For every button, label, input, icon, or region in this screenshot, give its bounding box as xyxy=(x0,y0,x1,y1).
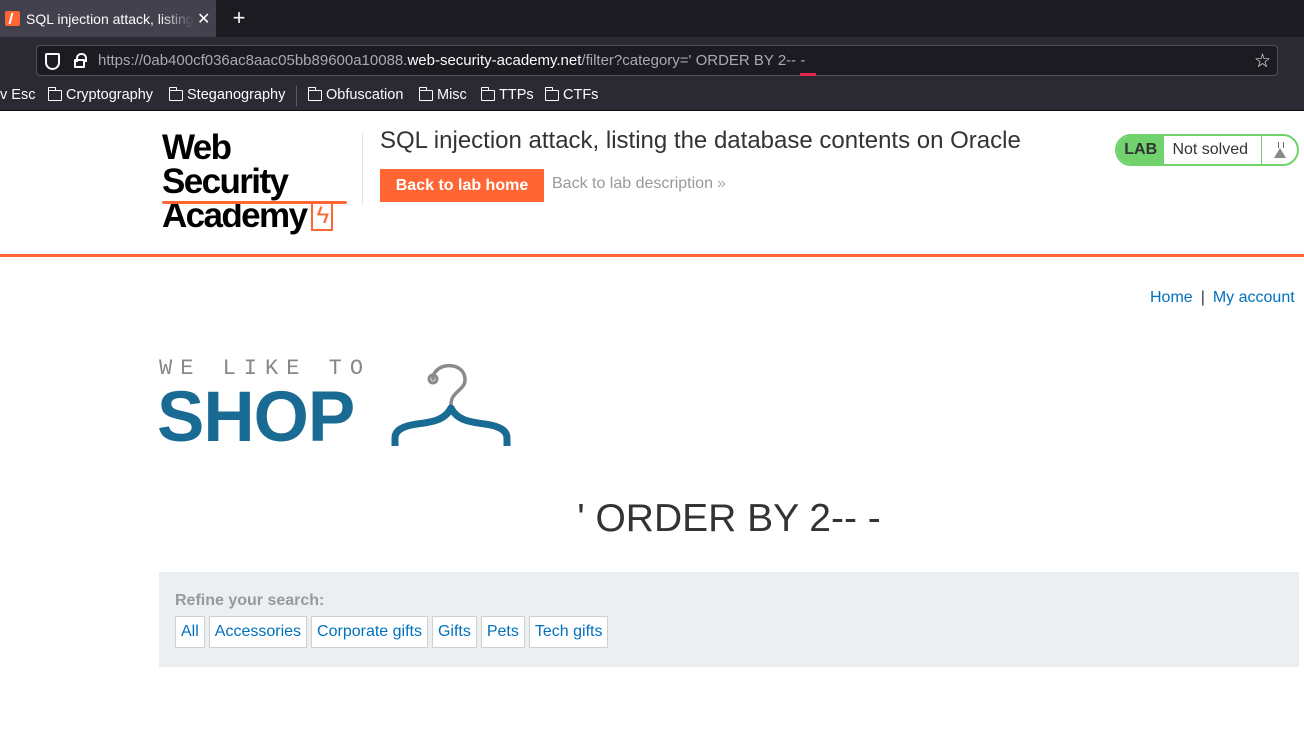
url-path: /filter?category=' ORDER BY 2-- - xyxy=(581,52,806,69)
logo-line-1: Web Security xyxy=(162,128,289,201)
bookmarks-toolbar: v Esc Cryptography Steganography Obfusca… xyxy=(0,82,1304,111)
folder-icon xyxy=(480,86,495,101)
bookmark-label: CTFs xyxy=(563,87,599,103)
flask-wrap xyxy=(1261,136,1297,164)
browser-tab-bar: SQL injection attack, listing the databa… xyxy=(0,0,1304,37)
folder-icon xyxy=(418,86,433,101)
shop-logo-word: SHOP xyxy=(157,378,355,457)
shop-top-nav: Home | My account xyxy=(1150,289,1295,307)
category-heading-wrap: ' ORDER BY 2-- - xyxy=(0,497,1304,541)
tab-close-icon[interactable]: ✕ xyxy=(197,9,210,29)
web-security-academy-logo[interactable]: Web Security Academy xyxy=(162,128,362,233)
we-like-to-shop-logo: WE LIKE TO SHOP xyxy=(157,356,511,457)
folder-icon xyxy=(47,86,62,101)
nav-my-account-link[interactable]: My account xyxy=(1213,289,1295,306)
filter-corporate-gifts[interactable]: Corporate gifts xyxy=(311,616,428,648)
flask-icon xyxy=(1273,142,1286,158)
browser-tab[interactable]: SQL injection attack, listing the databa… xyxy=(0,0,216,37)
tab-title: SQL injection attack, listing the databa… xyxy=(26,10,194,27)
bookmark-label: Obfuscation xyxy=(326,87,404,103)
back-to-lab-description-link[interactable]: Back to lab description» xyxy=(552,175,726,193)
bookmark-item[interactable]: v Esc xyxy=(0,87,35,103)
tracking-shield-icon[interactable] xyxy=(45,53,60,70)
bookmark-label: Steganography xyxy=(187,87,286,103)
folder-icon xyxy=(168,86,183,101)
folder-icon xyxy=(544,86,559,101)
academy-bolt-icon xyxy=(311,199,334,233)
nav-separator: | xyxy=(1200,289,1205,306)
bookmark-label: Misc xyxy=(437,87,467,103)
category-filter-links: All Accessories Corporate gifts Gifts Pe… xyxy=(175,616,609,648)
hanger-icon xyxy=(391,364,511,446)
new-tab-button[interactable]: + xyxy=(229,6,249,30)
bookmark-folder[interactable]: Misc xyxy=(418,86,467,103)
back-to-lab-home-button[interactable]: Back to lab home xyxy=(380,169,544,202)
logo-line-2: Academy xyxy=(162,196,308,235)
bookmark-folder[interactable]: CTFs xyxy=(544,86,599,103)
lab-title: SQL injection attack, listing the databa… xyxy=(380,127,1021,154)
category-heading: ' ORDER BY 2-- - xyxy=(577,497,881,540)
url-bar[interactable]: https://0ab400cf036ac8aac05bb89600a10088… xyxy=(36,45,1278,76)
bookmark-label: v Esc xyxy=(0,87,36,103)
portswigger-favicon-icon xyxy=(5,11,20,26)
lab-status-text: Not solved xyxy=(1172,141,1249,158)
browser-nav-bar: https://0ab400cf036ac8aac05bb89600a10088… xyxy=(0,37,1304,82)
filter-accessories[interactable]: Accessories xyxy=(208,616,308,648)
refine-search-panel: Refine your search: All Accessories Corp… xyxy=(159,572,1299,667)
bookmark-folder[interactable]: TTPs xyxy=(480,86,534,103)
bookmark-separator xyxy=(296,86,297,106)
bookmark-folder[interactable]: Cryptography xyxy=(47,86,154,103)
filter-gifts[interactable]: Gifts xyxy=(431,616,477,648)
spellcheck-underline xyxy=(800,73,816,76)
bookmark-label: TTPs xyxy=(499,87,534,103)
bookmark-label: Cryptography xyxy=(66,87,154,103)
folder-icon xyxy=(307,86,322,101)
filter-all[interactable]: All xyxy=(175,616,205,648)
url-host: web-security-academy.net xyxy=(407,52,582,69)
back-to-lab-description-label: Back to lab description xyxy=(552,175,713,192)
logo-swoosh xyxy=(162,201,347,204)
header-divider xyxy=(362,133,363,205)
double-chevron-right-icon: » xyxy=(716,175,726,192)
lab-status-badge: LAB xyxy=(1117,136,1165,164)
filter-tech-gifts[interactable]: Tech gifts xyxy=(528,616,609,648)
nav-home-link[interactable]: Home xyxy=(1150,289,1193,306)
bookmark-folder[interactable]: Steganography xyxy=(168,86,286,103)
url-text[interactable]: https://0ab400cf036ac8aac05bb89600a10088… xyxy=(98,52,805,69)
bookmark-star-icon[interactable]: ☆ xyxy=(1254,50,1271,73)
bookmark-folder[interactable]: Obfuscation xyxy=(307,86,404,103)
lab-status-widget: LAB Not solved xyxy=(1115,134,1299,166)
filter-pets[interactable]: Pets xyxy=(480,616,525,648)
lock-icon[interactable] xyxy=(74,53,87,68)
logo-line-2-wrap: Academy xyxy=(162,196,362,235)
academy-lab-header: Web Security Academy SQL injection attac… xyxy=(0,111,1304,257)
refine-search-label: Refine your search: xyxy=(175,592,325,609)
url-prefix: https://0ab400cf036ac8aac05bb89600a10088… xyxy=(98,52,408,69)
